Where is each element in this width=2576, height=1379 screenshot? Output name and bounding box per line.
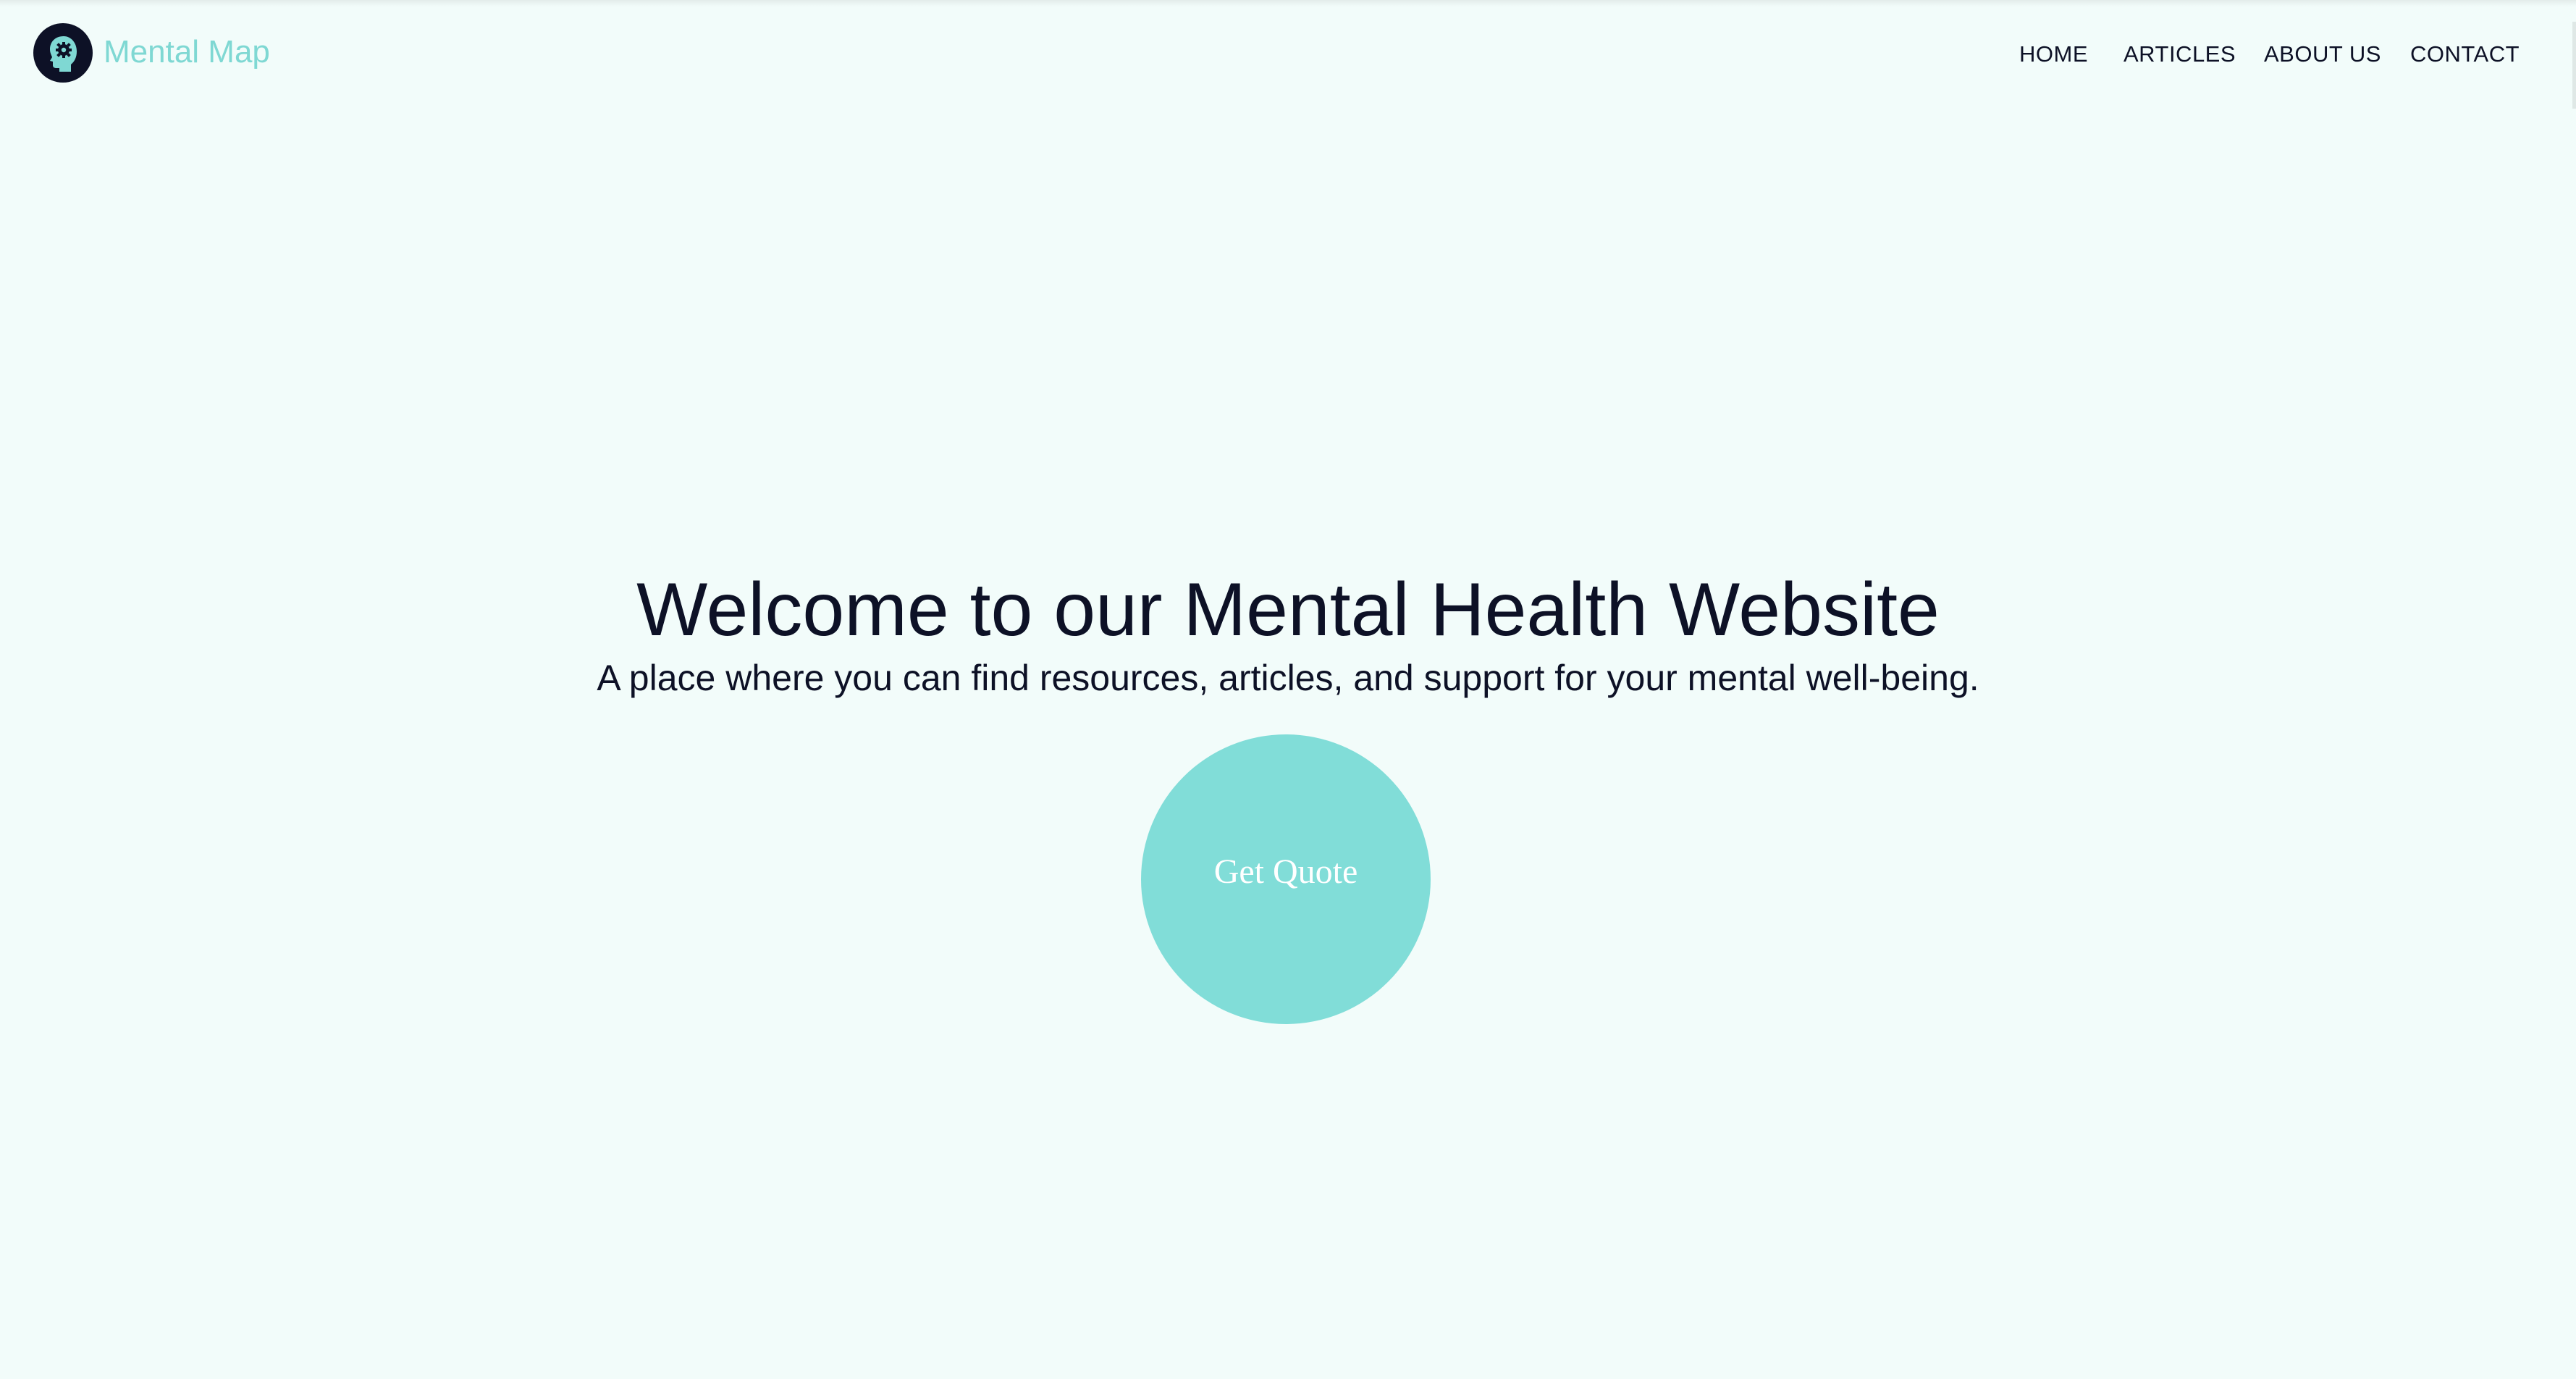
logo[interactable] [33,23,93,83]
hero-title: Welcome to our Mental Health Website [636,568,1940,652]
head-with-gear-icon [50,36,77,72]
nav-about-us[interactable]: ABOUT US [2264,40,2381,69]
nav-articles[interactable]: ARTICLES [2123,40,2236,69]
hero-subtitle: A place where you can find resources, ar… [597,658,1979,698]
get-quote-button[interactable]: Get Quote [1141,734,1431,1024]
page: Mental Map HOME ARTICLES ABOUT US CONTAC… [0,0,2576,1379]
site-header: Mental Map HOME ARTICLES ABOUT US CONTAC… [0,0,2576,109]
brand-name[interactable]: Mental Map [104,32,270,72]
nav-home[interactable]: HOME [2019,40,2088,69]
nav-contact[interactable]: CONTACT [2410,40,2520,69]
